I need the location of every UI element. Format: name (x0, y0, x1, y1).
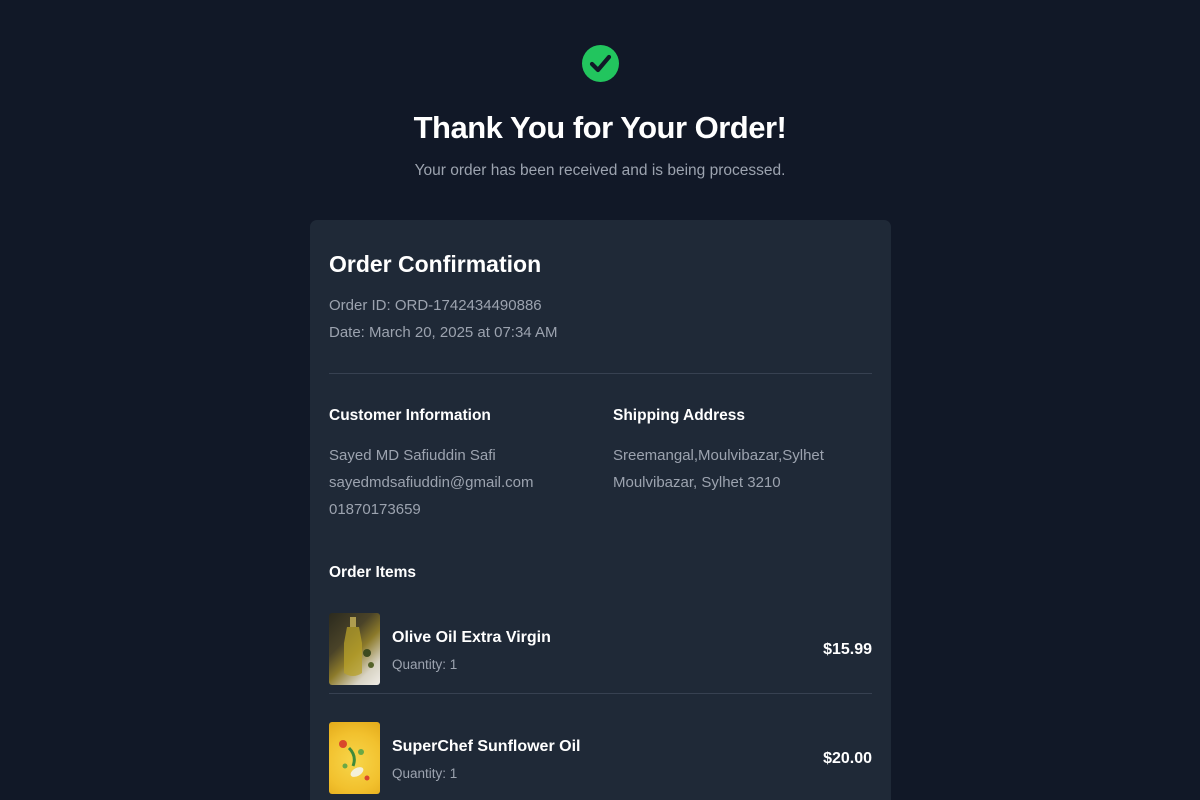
order-item: Olive Oil Extra Virgin Quantity: 1 $15.9… (329, 603, 872, 694)
customer-name: Sayed MD Safiuddin Safi (329, 447, 496, 464)
order-confirmation-card: Order Confirmation Order ID: ORD-1742434… (310, 220, 891, 800)
product-image-sunflower-oil (329, 722, 380, 794)
page-subtitle: Your order has been received and is bein… (414, 162, 786, 179)
customer-email: sayedmdsafiuddin@gmail.com (329, 474, 534, 491)
check-circle-icon (582, 38, 619, 88)
divider (329, 693, 872, 694)
item-name: Olive Oil Extra Virgin (392, 629, 551, 646)
item-price: $15.99 (823, 641, 872, 658)
item-price: $20.00 (823, 750, 872, 767)
divider (329, 373, 872, 374)
customer-phone: 01870173659 (329, 501, 421, 518)
order-confirmation-page: Thank You for Your Order! Your order has… (0, 0, 1200, 800)
order-id: Order ID: ORD-1742434490886 (329, 297, 542, 314)
card-title: Order Confirmation (329, 251, 542, 277)
shipping-address-line2: Moulvibazar, Sylhet 3210 (613, 474, 781, 491)
item-name: SuperChef Sunflower Oil (392, 738, 581, 755)
page-title: Thank You for Your Order! (413, 110, 787, 145)
item-quantity: Quantity: 1 (392, 657, 458, 672)
order-items-heading: Order Items (329, 564, 417, 581)
item-quantity: Quantity: 1 (392, 766, 458, 781)
customer-info-heading: Customer Information (329, 407, 491, 424)
order-date: Date: March 20, 2025 at 07:34 AM (329, 324, 558, 341)
product-image-olive-oil (329, 613, 380, 685)
shipping-address-line1: Sreemangal,Moulvibazar,Sylhet (613, 447, 824, 464)
order-item: SuperChef Sunflower Oil Quantity: 1 $20.… (329, 712, 872, 800)
shipping-address-heading: Shipping Address (613, 407, 746, 424)
